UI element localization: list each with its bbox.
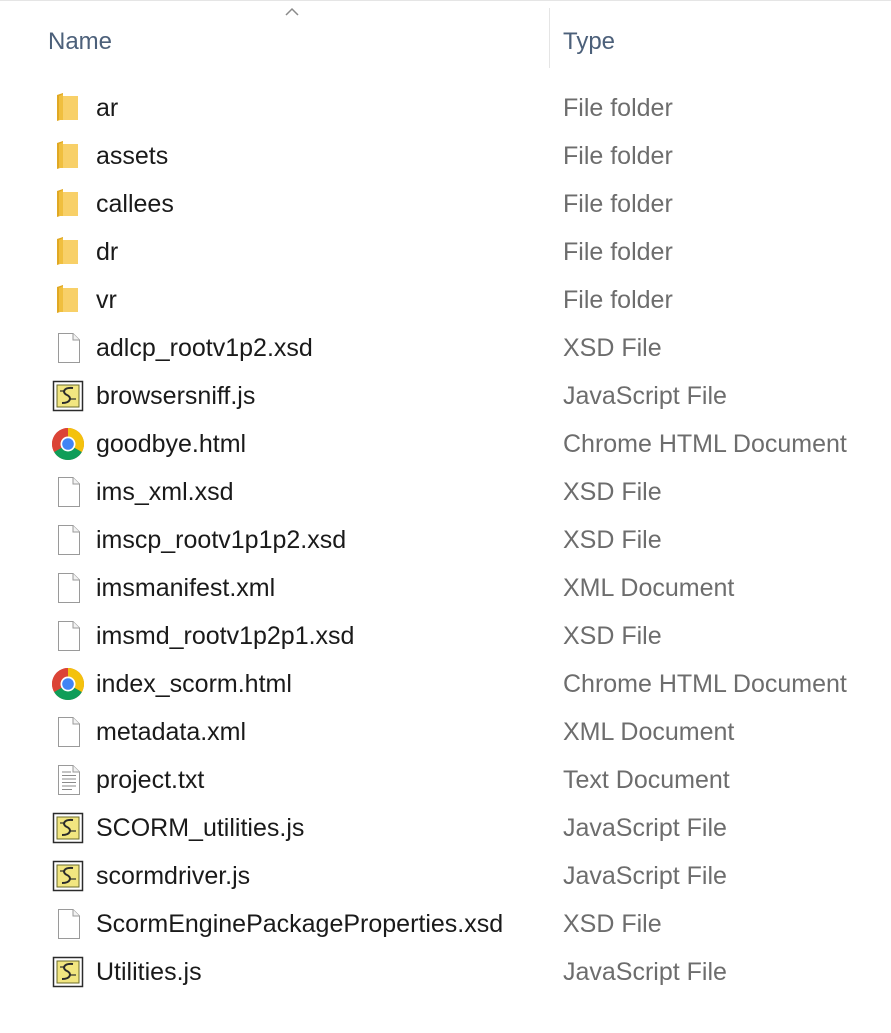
file-row[interactable]: assets File folder [0,132,891,180]
chrome-icon [50,426,86,462]
file-type: Chrome HTML Document [563,430,847,458]
file-type: JavaScript File [563,814,727,842]
file-type: Chrome HTML Document [563,670,847,698]
file-row[interactable]: adlcp_rootv1p2.xsd XSD File [0,324,891,372]
script-file-icon [50,858,86,894]
file-name: browsersniff.js [96,382,256,410]
column-header-name[interactable]: Name [48,26,112,58]
file-row[interactable]: dr File folder [0,228,891,276]
file-name: imsmd_rootv1p2p1.xsd [96,622,355,650]
blank-file-icon [50,906,86,942]
blank-file-icon [50,330,86,366]
file-row[interactable]: imscp_rootv1p1p2.xsd XSD File [0,516,891,564]
blank-file-icon [50,570,86,606]
file-row[interactable]: imsmd_rootv1p2p1.xsd XSD File [0,612,891,660]
folder-icon [50,90,86,126]
file-type: XSD File [563,334,662,362]
file-name: metadata.xml [96,718,247,746]
file-type: File folder [563,238,673,266]
column-divider[interactable] [549,8,550,68]
file-name: ScormEnginePackageProperties.xsd [96,910,504,938]
chrome-icon [50,666,86,702]
file-type: JavaScript File [563,382,727,410]
file-type: XSD File [563,622,662,650]
file-name: goodbye.html [96,430,247,458]
file-type: File folder [563,190,673,218]
file-row[interactable]: callees File folder [0,180,891,228]
file-type: File folder [563,286,673,314]
file-type: File folder [563,142,673,170]
file-row[interactable]: SCORM_utilities.js JavaScript File [0,804,891,852]
file-type: XML Document [563,718,735,746]
file-type: JavaScript File [563,958,727,986]
file-row[interactable]: ims_xml.xsd XSD File [0,468,891,516]
blank-file-icon [50,474,86,510]
file-name: SCORM_utilities.js [96,814,305,842]
file-type: File folder [563,94,673,122]
text-file-icon [50,762,86,798]
folder-icon [50,282,86,318]
script-file-icon [50,378,86,414]
file-name: ims_xml.xsd [96,478,234,506]
file-name: Utilities.js [96,958,202,986]
blank-file-icon [50,618,86,654]
script-file-icon [50,810,86,846]
file-row[interactable]: metadata.xml XML Document [0,708,891,756]
file-type: XSD File [563,526,662,554]
details-header: Name Type [0,0,891,72]
file-name: ar [96,94,119,122]
file-row[interactable]: scormdriver.js JavaScript File [0,852,891,900]
file-row[interactable]: Utilities.js JavaScript File [0,948,891,996]
file-row[interactable]: project.txt Text Document [0,756,891,804]
file-name: assets [96,142,169,170]
file-name: imsmanifest.xml [96,574,276,602]
file-name: callees [96,190,174,218]
blank-file-icon [50,522,86,558]
file-row[interactable]: ScormEnginePackageProperties.xsd XSD File [0,900,891,948]
file-list: ar File folder assets File folder callees Fil… [0,84,891,996]
file-row[interactable]: goodbye.html Chrome HTML Document [0,420,891,468]
file-name: vr [96,286,117,314]
folder-icon [50,186,86,222]
script-file-icon [50,954,86,990]
file-name: adlcp_rootv1p2.xsd [96,334,313,362]
file-name: index_scorm.html [96,670,292,698]
file-row[interactable]: ar File folder [0,84,891,132]
file-type: XML Document [563,574,735,602]
file-name: dr [96,238,119,266]
column-header-type[interactable]: Type [563,26,615,58]
file-row[interactable]: imsmanifest.xml XML Document [0,564,891,612]
file-type: JavaScript File [563,862,727,890]
folder-icon [50,234,86,270]
folder-icon [50,138,86,174]
file-row[interactable]: vr File folder [0,276,891,324]
file-type: XSD File [563,910,662,938]
file-row[interactable]: index_scorm.html Chrome HTML Document [0,660,891,708]
file-row[interactable]: browsersniff.js JavaScript File [0,372,891,420]
chevron-up-icon [285,7,299,16]
file-name: scormdriver.js [96,862,251,890]
blank-file-icon [50,714,86,750]
file-name: project.txt [96,766,205,794]
file-type: XSD File [563,478,662,506]
file-name: imscp_rootv1p1p2.xsd [96,526,347,554]
file-type: Text Document [563,766,730,794]
